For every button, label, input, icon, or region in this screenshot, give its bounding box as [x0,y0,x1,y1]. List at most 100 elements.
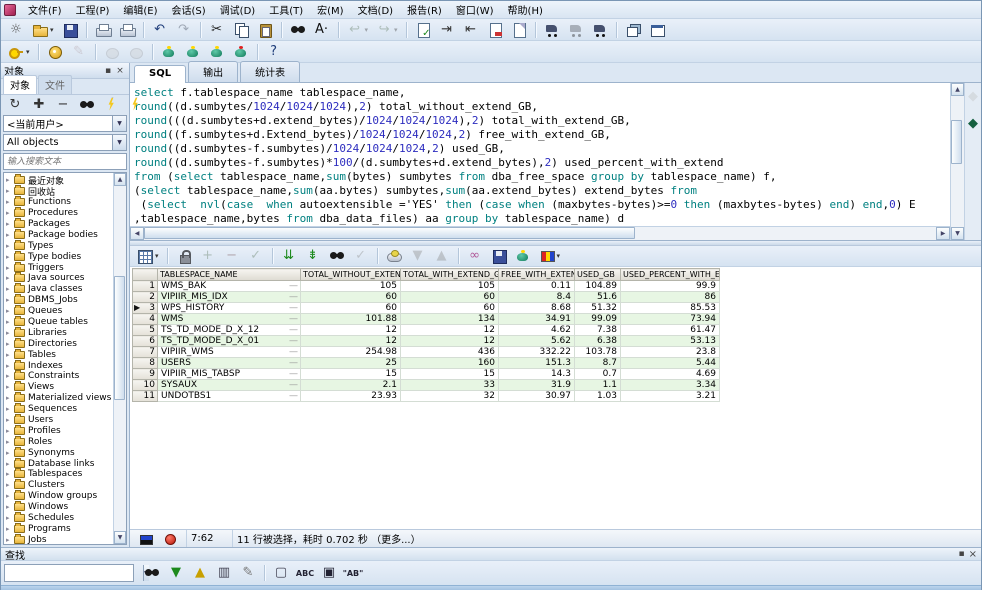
expander-icon[interactable]: ▸ [6,416,14,424]
tree-item-schedules[interactable]: ▸Schedules [6,513,113,524]
debug-icon[interactable]: ◆ [962,114,982,133]
new-window-icon[interactable]: ☼ [5,20,27,39]
expander-icon[interactable]: ▸ [6,340,14,348]
dropdown-caret-icon[interactable]: ▾ [365,26,369,34]
session-monitor-icon[interactable] [158,42,180,61]
browser-options-icon[interactable] [124,95,146,114]
cell[interactable]: 25 [301,358,401,369]
expander-icon[interactable]: ▸ [6,220,14,228]
scroll-right-icon[interactable]: ▶ [936,227,950,240]
editor-tab-输出[interactable]: 输出 [188,61,238,82]
cell[interactable]: USERS— [158,358,301,369]
save-icon[interactable] [59,20,81,39]
cell[interactable]: 31.9 [499,380,575,391]
cell[interactable]: 2.1 [301,380,401,391]
find-icon[interactable] [287,20,309,39]
tree-item-package-bodies[interactable]: ▸Package bodies [6,229,113,240]
menu-item-3[interactable]: 会话(S) [165,4,213,19]
tree-item-tablespaces[interactable]: ▸Tablespaces [6,469,113,480]
grid-row-7[interactable]: 7VIPIIR_WMS—254.98436332.22103.7823.8 [133,347,720,358]
expander-icon[interactable]: ▸ [6,285,14,293]
cell[interactable]: 5.44 [621,358,720,369]
expander-icon[interactable]: ▸ [6,231,14,239]
cell[interactable]: 14.3 [499,369,575,380]
expander-icon[interactable]: ▸ [6,176,14,184]
expander-icon[interactable]: ▸ [6,296,14,304]
cell[interactable]: 12 [301,325,401,336]
cell[interactable]: 160 [401,358,499,369]
editor-tab-sql[interactable]: SQL [134,65,186,83]
cell[interactable]: 60 [401,303,499,314]
status-flag-icon[interactable] [135,529,157,548]
scroll-down-icon[interactable]: ▼ [114,531,126,544]
row-number[interactable]: 9 [133,369,158,380]
dropdown-caret-icon[interactable]: ▾ [557,252,561,260]
nls-flag-icon[interactable]: ▾ [536,247,564,265]
cell[interactable]: 104.89 [575,281,621,292]
tree-item-libraries[interactable]: ▸Libraries [6,327,113,338]
expander-icon[interactable]: ▸ [6,427,14,435]
cell[interactable]: 23.93 [301,391,401,402]
cell[interactable]: 15 [301,369,401,380]
cell[interactable]: 105 [301,281,401,292]
close-icon[interactable]: × [969,549,977,560]
cell[interactable]: 105 [401,281,499,292]
expander-icon[interactable]: ▸ [6,198,14,206]
tree-item-directories[interactable]: ▸Directories [6,338,113,349]
tree-item-最近对象[interactable]: ▸最近对象 [6,175,113,186]
expander-icon[interactable]: ▸ [6,470,14,478]
preferences-icon[interactable] [44,42,66,61]
menu-item-4[interactable]: 调试(D) [213,4,263,19]
expander-icon[interactable]: ▸ [6,187,14,195]
menu-item-9[interactable]: 窗口(W) [449,4,501,19]
expander-icon[interactable]: ▸ [6,318,14,326]
print-icon[interactable] [92,20,114,39]
tree-item-windows[interactable]: ▸Windows [6,502,113,513]
open-file-icon[interactable]: ▾ [29,20,57,39]
processes-icon[interactable] [206,42,228,61]
cell[interactable]: 34.91 [499,314,575,325]
tree-item-window-groups[interactable]: ▸Window groups [6,491,113,502]
close-icon[interactable]: × [114,66,126,76]
cell[interactable]: VIPIIR_MIS_TABSP— [158,369,301,380]
grid-row-2[interactable]: 2VIPIIR_MIS_IDX—60608.451.686 [133,292,720,303]
chevron-down-icon[interactable]: ▼ [112,116,126,131]
scrollbar-thumb[interactable] [951,120,962,165]
cell[interactable]: 6.38 [575,336,621,347]
cart-options-icon[interactable] [589,20,611,39]
row-number[interactable]: ▶3 [133,303,158,314]
kill-session-icon[interactable] [230,42,252,61]
row-number[interactable]: 2 [133,292,158,303]
menu-item-2[interactable]: 编辑(E) [116,4,164,19]
menu-item-7[interactable]: 文档(D) [351,4,401,19]
expander-icon[interactable]: ▸ [6,536,14,544]
cell[interactable]: TS_TD_MODE_D_X_12— [158,325,301,336]
scrollbar-thumb[interactable] [114,276,125,400]
lock-record-icon[interactable] [173,247,195,265]
fetch-all-icon[interactable]: ⇟ [302,247,324,265]
fetch-next-page-icon[interactable]: ⇊ [278,247,300,265]
cell[interactable]: 254.98 [301,347,401,358]
whole-word-icon[interactable]: ▢ [270,564,292,583]
cell[interactable]: 7.38 [575,325,621,336]
expander-icon[interactable]: ▸ [6,514,14,522]
cell[interactable]: 134 [401,314,499,325]
expander-icon[interactable]: ▸ [6,209,14,217]
editor-vscrollbar[interactable]: ▲ ▼ [950,83,964,240]
cell[interactable]: 32 [401,391,499,402]
outdent-icon[interactable]: ⇤ [460,20,482,39]
cell[interactable]: 1.03 [575,391,621,402]
grid-row-3[interactable]: ▶3WPS_HISTORY—60608.6851.3285.53 [133,303,720,314]
cell[interactable]: 53.13 [621,336,720,347]
expander-icon[interactable]: ▸ [6,383,14,391]
expander-icon[interactable]: ▸ [6,307,14,315]
cell[interactable]: WMS_BAK— [158,281,301,292]
tree-item-materialized-views[interactable]: ▸Materialized views [6,393,113,404]
find-object-icon[interactable] [76,95,98,114]
row-number[interactable]: 11 [133,391,158,402]
tree-item-sequences[interactable]: ▸Sequences [6,404,113,415]
auto-refresh-icon[interactable] [159,529,181,548]
tree-item-programs[interactable]: ▸Programs [6,524,113,535]
expander-icon[interactable]: ▸ [6,362,14,370]
cell[interactable]: 12 [401,325,499,336]
